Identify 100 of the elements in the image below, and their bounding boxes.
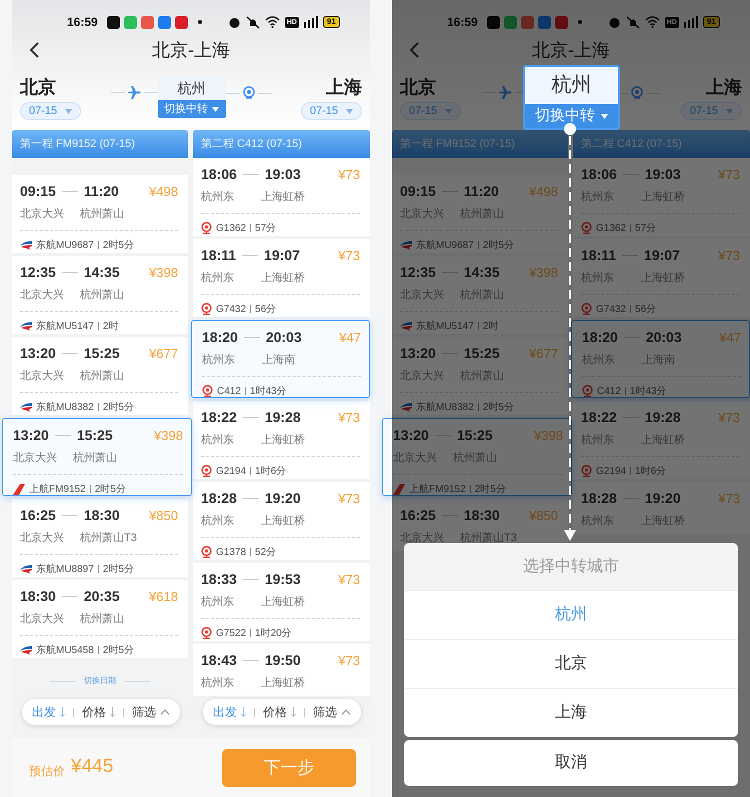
option-card[interactable]: 18:11 19:07 ¥73 杭州东 上海虹桥 G7432 56分 xyxy=(193,239,370,317)
option-card[interactable]: 18:22 19:28 ¥73 杭州东 上海虹桥 G2194 1时6分 xyxy=(193,401,370,479)
departure-time: 18:06 xyxy=(581,165,617,184)
sort-option[interactable]: 出发 xyxy=(32,703,65,721)
price: ¥73 xyxy=(718,408,740,427)
alarm-icon xyxy=(608,16,621,28)
from-station: 杭州东 xyxy=(581,432,615,448)
status-time: 16:59 xyxy=(67,14,98,31)
from-station: 北京大兴 xyxy=(20,206,65,222)
from-station: 杭州东 xyxy=(581,270,615,286)
chevron-up-icon xyxy=(341,709,351,715)
price: ¥73 xyxy=(718,490,740,508)
option-card[interactable]: 16:25 18:30 ¥850 北京大兴 杭州萧山T3 东航MU8897 2时5分 xyxy=(12,499,188,577)
swallow-logo-icon xyxy=(400,240,412,250)
duration: 2时5分 xyxy=(102,400,134,414)
station-icon xyxy=(242,86,254,100)
option-card[interactable]: 18:06 19:03 ¥73 杭州东 上海虹桥 G1362 57分 xyxy=(573,158,750,236)
cancel-button[interactable]: 取消 xyxy=(404,740,738,786)
option-card[interactable]: 18:06 19:03 ¥73 杭州东 上海虹桥 G1362 57分 xyxy=(193,158,370,236)
wifi-icon xyxy=(264,16,280,28)
switch-date-link[interactable]: 切换日期 xyxy=(84,675,116,687)
carrier-number: 上航FM9152 xyxy=(409,482,466,496)
carrier-number: G1362 xyxy=(596,222,626,236)
back-icon[interactable] xyxy=(29,42,39,58)
date-picker[interactable]: 07-15 xyxy=(400,102,462,120)
to-station: 上海虹桥 xyxy=(261,433,305,448)
tail-logo-icon xyxy=(13,484,25,494)
option-card[interactable]: 18:33 19:53 ¥73 杭州东 上海虹桥 G7522 1时20分 xyxy=(193,563,370,641)
from-station: 杭州东 xyxy=(201,676,235,691)
duration: 56分 xyxy=(255,302,276,316)
to-station: 上海虹桥 xyxy=(261,676,305,691)
leg-header: 第一程 FM9152 (07-15) xyxy=(392,130,568,158)
app-icon xyxy=(106,16,120,28)
to-station: 杭州萧山 xyxy=(80,369,124,384)
train-icon xyxy=(201,465,212,477)
selected-option-card[interactable]: 18:20 20:03 ¥47 杭州东 上海南 C412 1时43分 xyxy=(191,320,370,398)
option-card[interactable]: 09:15 11:20 ¥498 北京大兴 杭州萧山 东航MU9687 2时5分 xyxy=(12,175,188,253)
duration: 57分 xyxy=(255,222,276,236)
option-card[interactable]: 13:20 15:25 ¥677 北京大兴 杭州萧山 东航MU8382 2时5分 xyxy=(392,337,568,415)
selected-option-card[interactable]: 13:20 15:25 ¥398 北京大兴 杭州萧山 上航FM9152 2时5分 xyxy=(382,418,572,496)
option-card[interactable]: 18:11 19:07 ¥73 杭州东 上海虹桥 G7432 56分 xyxy=(573,239,750,317)
from-station: 北京大兴 xyxy=(20,368,65,384)
price: ¥498 xyxy=(529,182,558,201)
to-station: 上海虹桥 xyxy=(641,271,685,286)
option-card[interactable]: 13:20 15:25 ¥677 北京大兴 杭州萧山 东航MU8382 2时5分 xyxy=(12,337,188,415)
battery-icon: 91 xyxy=(702,16,720,28)
from-station: 北京大兴 xyxy=(400,530,445,546)
departure-time: 12:35 xyxy=(20,263,56,282)
price: ¥73 xyxy=(338,408,360,427)
to-station: 上海虹桥 xyxy=(641,190,685,205)
sort-option[interactable]: 筛选 xyxy=(132,703,170,721)
date-picker[interactable]: 07-15 xyxy=(300,102,362,120)
carrier-number: C412 xyxy=(597,384,621,398)
app-icon xyxy=(504,16,517,28)
sort-option[interactable]: 价格 xyxy=(82,703,115,721)
city-option[interactable]: 杭州 xyxy=(404,590,738,639)
date-picker[interactable]: 07-15 xyxy=(680,102,742,120)
sort-option[interactable]: 出发 xyxy=(213,703,246,721)
to-station: 上海虹桥 xyxy=(261,514,305,529)
city-option[interactable]: 上海 xyxy=(404,688,738,737)
departure-time: 09:15 xyxy=(400,182,436,201)
city-option[interactable]: 北京 xyxy=(404,639,738,688)
to-station: 杭州萧山 xyxy=(460,288,504,303)
selected-option-card[interactable]: 13:20 15:25 ¥398 北京大兴 杭州萧山 上航FM9152 2时5分 xyxy=(2,418,192,496)
departure-time: 18:28 xyxy=(581,489,617,508)
next-step-button[interactable]: 下一步 xyxy=(222,748,356,786)
departure-time: 18:11 xyxy=(201,246,236,265)
date-picker[interactable]: 07-15 xyxy=(20,102,82,120)
sort-option[interactable]: 筛选 xyxy=(313,703,351,721)
option-card[interactable]: 09:15 11:20 ¥498 北京大兴 杭州萧山 东航MU9687 2时5分 xyxy=(392,175,568,253)
option-card[interactable]: 18:43 19:50 ¥73 杭州东 上海虹桥 xyxy=(193,644,370,696)
train-icon xyxy=(201,303,212,315)
option-card[interactable]: 12:35 14:35 ¥398 北京大兴 杭州萧山 东航MU5147 2时 xyxy=(12,256,188,334)
arrival-time: 18:30 xyxy=(84,506,120,525)
app-icon xyxy=(158,16,171,28)
switch-transfer-button[interactable]: 切换中转 xyxy=(525,104,618,128)
option-card[interactable]: 18:22 19:28 ¥73 杭州东 上海虹桥 G2194 1时6分 xyxy=(573,401,750,479)
departure-time: 16:25 xyxy=(20,506,56,525)
to-station: 上海南 xyxy=(642,353,675,368)
price: ¥498 xyxy=(149,182,178,201)
train-icon xyxy=(201,222,212,234)
to-station: 上海虹桥 xyxy=(261,190,305,205)
carrier-number: 东航MU8382 xyxy=(416,400,474,414)
duration: 1时6分 xyxy=(255,464,286,478)
arrival-time: 19:28 xyxy=(644,408,681,427)
option-card[interactable]: 18:28 19:20 ¥73 杭州东 上海虹桥 G1378 52分 xyxy=(193,482,370,560)
price: ¥73 xyxy=(338,570,360,589)
price: ¥73 xyxy=(338,166,360,184)
option-card[interactable]: 12:35 14:35 ¥398 北京大兴 杭州萧山 东航MU5147 2时 xyxy=(392,256,568,334)
carrier-number: 上航FM9152 xyxy=(29,482,86,496)
option-card[interactable]: 18:30 20:35 ¥618 北京大兴 杭州萧山 东航MU5458 2时5分 xyxy=(12,580,188,658)
from-station: 杭州东 xyxy=(582,352,616,368)
selected-option-card[interactable]: 18:20 20:03 ¥47 杭州东 上海南 C412 1时43分 xyxy=(571,320,750,398)
option-card[interactable]: 18:28 19:20 ¥73 杭州东 上海虹桥 xyxy=(573,482,750,534)
switch-transfer-button[interactable]: 切换中转 xyxy=(158,100,226,118)
arrival-time: 14:35 xyxy=(84,263,120,282)
to-station: 杭州萧山 xyxy=(460,369,504,384)
arrival-time: 19:53 xyxy=(264,570,301,589)
sort-option[interactable]: 价格 xyxy=(263,703,296,721)
origin-city: 北京 xyxy=(20,76,56,98)
